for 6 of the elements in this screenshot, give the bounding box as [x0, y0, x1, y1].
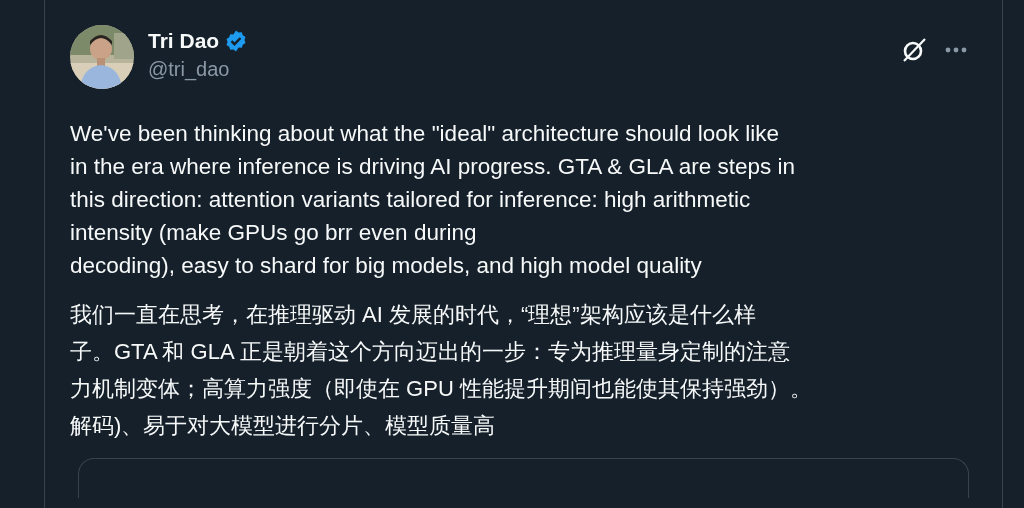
translated-text: 我们一直在思考，在推理驱动 AI 发展的时代，“理想”架构应该是什么样 子。GTA 和 GLA 正是朝着这个方向迈出的一步：专为推理量身定制的注意 力机制变体；高算力强度（即使在 GPU 性能提升期间也能使其保持强劲）。 解码)、易于对大模型进行分片、模型质量高 — [70, 301, 812, 440]
post-text: We've been thinking about what the "ideal" architecture should look like in the era where inference is driving AI progress. GTA & GLA are steps in this direction: attention variants tailored for inference: high arithmetic intensity (make GPUs go brr even during decoding), easy to shard for big models, and high model quality — [70, 120, 795, 280]
author-handle[interactable]: @tri_dao — [148, 55, 249, 83]
slashed-circle-icon[interactable] — [901, 37, 927, 63]
author-name[interactable]: Tri Dao — [148, 27, 220, 55]
more-icon[interactable] — [945, 47, 967, 53]
